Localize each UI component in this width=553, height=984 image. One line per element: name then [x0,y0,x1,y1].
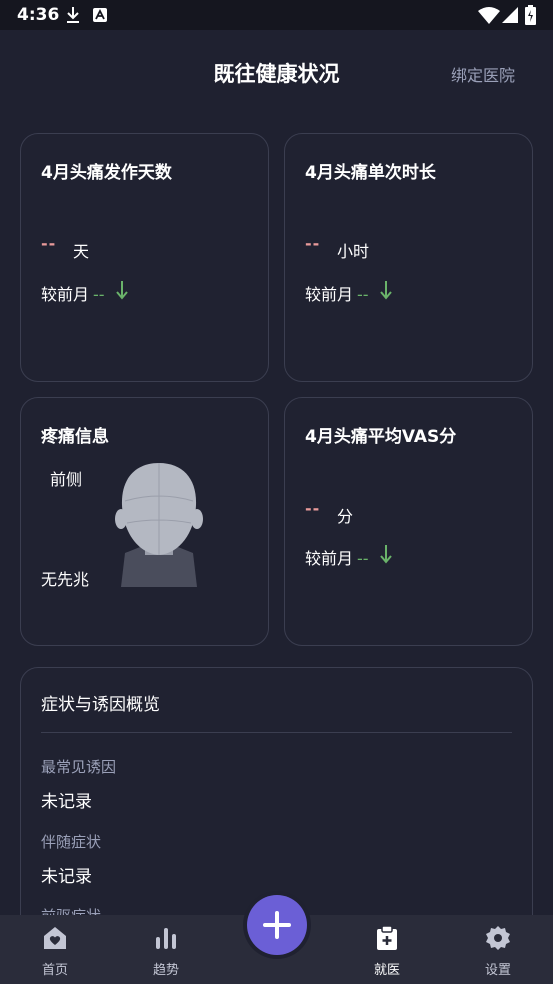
nav-label: 首页 [41,963,68,978]
pain-aura: 无先兆 [41,570,90,589]
nav-item-home[interactable]: 首页 [15,915,95,984]
clipboard-plus-icon [377,925,397,950]
vas-unit: 分 [337,507,354,526]
status-bar: 4:36 [0,0,553,30]
symptom-title: 症状与诱因概览 [41,695,160,715]
accompanying-value: 未记录 [41,867,92,887]
headache-duration-unit: 小时 [337,242,370,261]
signal-icon [502,7,518,23]
nav-label: 设置 [484,963,511,978]
vas-card[interactable]: 4月头痛平均VAS分 -- 分 较前月 -- [284,397,533,646]
page-header: 既往健康状况 绑定医院 [0,30,553,116]
home-heart-icon [44,927,66,949]
battery-icon [525,5,536,25]
gear-icon [486,926,510,950]
card-title: 疼痛信息 [41,427,109,447]
arrow-down-icon [380,545,392,564]
nav-item-settings[interactable]: 设置 [458,915,538,984]
head-diagram-icon [115,463,203,587]
compare-label: 较前月 [305,285,354,304]
status-time: 4:36 [17,5,60,25]
card-title: 4月头痛发作天数 [41,163,172,183]
card-title: 4月头痛单次时长 [305,163,436,183]
divider [41,732,512,733]
pain-location: 前侧 [50,470,83,489]
plus-icon [263,911,291,939]
bind-hospital-link[interactable]: 绑定医院 [451,62,515,86]
compare-row: 较前月 -- [41,281,105,305]
compare-value: -- [93,285,105,304]
pain-info-card[interactable]: 疼痛信息 前侧 无先兆 [20,397,269,646]
accompanying-label: 伴随症状 [41,833,102,851]
headache-days-value: -- [41,234,57,253]
arrow-down-icon [116,281,128,300]
wifi-icon [478,7,500,24]
bar-chart-icon [156,928,176,949]
compare-row: 较前月 -- [305,545,369,569]
headache-duration-value: -- [305,234,321,253]
headache-duration-card[interactable]: 4月头痛单次时长 -- 小时 较前月 -- [284,133,533,382]
compare-value: -- [357,549,369,568]
vas-value: -- [305,499,321,518]
add-record-button[interactable] [247,895,307,955]
a-notification-icon [93,8,107,22]
headache-days-card[interactable]: 4月头痛发作天数 -- 天 较前月 -- [20,133,269,382]
compare-row: 较前月 -- [305,281,369,305]
download-icon [67,7,79,23]
trigger-value: 未记录 [41,792,92,812]
arrow-down-icon [380,281,392,300]
nav-label: 趋势 [152,963,179,978]
card-title: 4月头痛平均VAS分 [305,427,457,447]
headache-days-unit: 天 [73,242,90,261]
nav-item-trend[interactable]: 趋势 [126,915,206,984]
compare-label: 较前月 [41,285,90,304]
compare-value: -- [357,285,369,304]
trigger-label: 最常见诱因 [41,758,117,776]
nav-item-medical[interactable]: 就医 [347,915,427,984]
compare-label: 较前月 [305,549,354,568]
nav-label: 就医 [373,963,400,978]
